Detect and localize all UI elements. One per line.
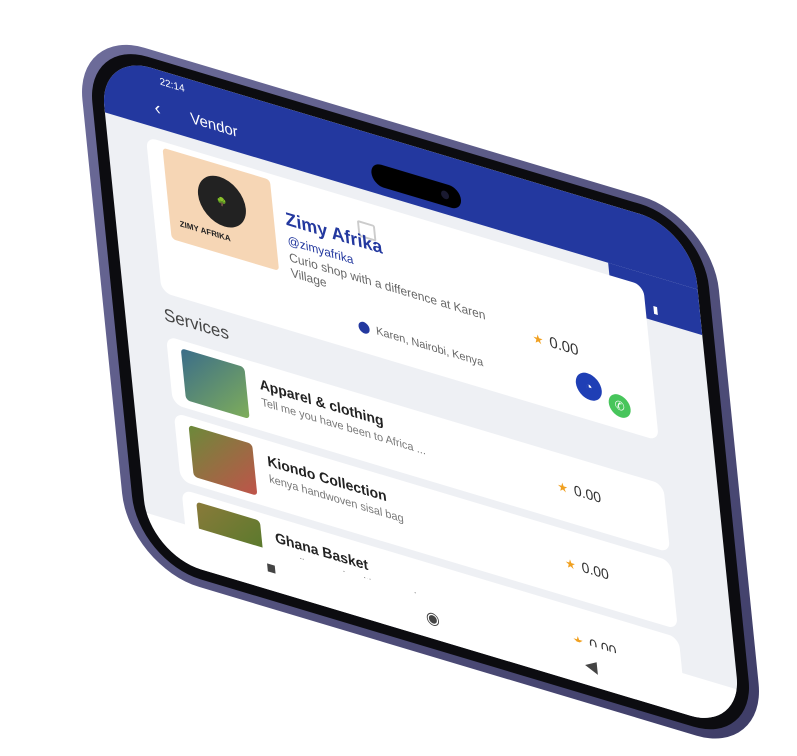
phone-screen: 22:14 ‹ Vendor ⚙ ▾ ▮ 🌳 ZIMY AFRIKA Zimy …: [98, 52, 743, 732]
service-rating: ★ 0.00: [556, 477, 602, 507]
service-rating-value: 0.00: [573, 481, 602, 507]
service-thumbnail: [188, 424, 258, 496]
vendor-rating-value: 0.00: [548, 333, 580, 360]
vendor-logo: 🌳 ZIMY AFRIKA: [162, 147, 280, 271]
back-arrow-icon[interactable]: ‹: [153, 97, 161, 121]
back-icon[interactable]: ◀: [584, 654, 598, 678]
star-icon: ★: [532, 330, 545, 349]
tree-logo-icon: 🌳: [195, 169, 249, 234]
star-icon: ★: [564, 555, 577, 574]
vendor-description: Curio shop with a difference at Karen Vi…: [288, 249, 487, 323]
location-pin-icon: ⬤: [357, 319, 371, 336]
star-icon: ★: [556, 478, 569, 497]
service-thumbnail: [180, 348, 250, 420]
chat-icon[interactable]: ◔: [574, 369, 604, 405]
service-rating-value: 0.00: [580, 558, 610, 583]
home-icon[interactable]: ◉: [425, 606, 441, 631]
status-time: 22:14: [159, 76, 186, 96]
service-rating: ★ 0.00: [564, 553, 609, 583]
phone-device: 22:14 ‹ Vendor ⚙ ▾ ▮ 🌳 ZIMY AFRIKA Zimy …: [75, 27, 766, 756]
whatsapp-icon[interactable]: ✆: [607, 391, 632, 421]
recent-apps-icon[interactable]: ■: [266, 559, 278, 581]
vendor-rating: ★ 0.00: [532, 328, 580, 360]
page-title: Vendor: [189, 109, 239, 142]
camera-icon: [440, 189, 450, 201]
